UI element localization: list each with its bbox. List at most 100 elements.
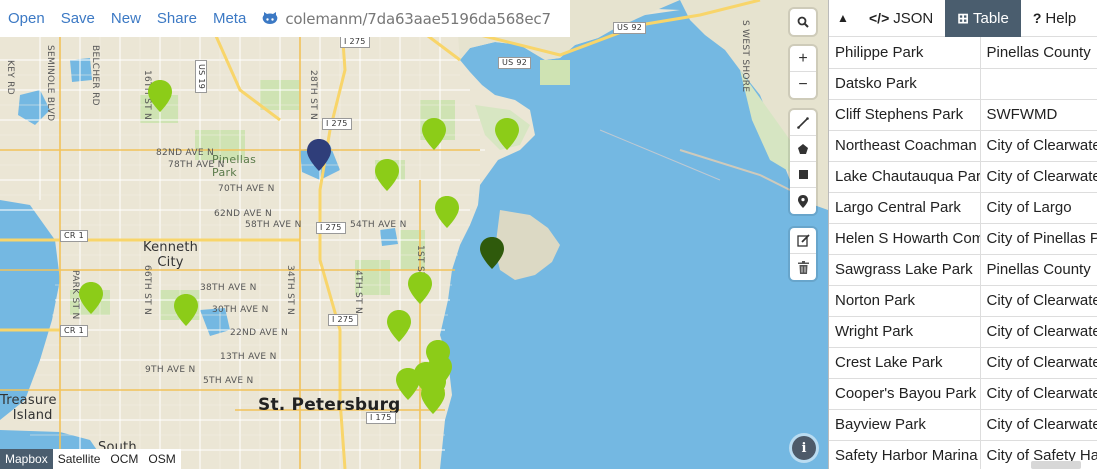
park-marker[interactable]: [174, 294, 198, 326]
park-marker[interactable]: [375, 159, 399, 191]
cell-name[interactable]: Lake Chautauqua Park: [829, 161, 981, 193]
cell-name[interactable]: Safety Harbor Marina: [829, 440, 981, 469]
tab-help[interactable]: ? Help: [1021, 0, 1088, 37]
share-menu[interactable]: Share: [149, 10, 205, 27]
gist-link[interactable]: colemanm/7da63aae5196da568ec7: [262, 10, 551, 28]
map-view[interactable]: Kenneth City St. Petersburg Treasure Isla…: [0, 0, 828, 469]
road-s-west-shore: S WEST SHORE: [740, 20, 750, 93]
edit-icon: [796, 234, 810, 247]
park-marker-dark[interactable]: [480, 237, 504, 269]
cell-owner[interactable]: City of Pinellas Park: [980, 223, 1097, 255]
road-5th-ave: 5TH AVE N: [203, 376, 254, 386]
cell-owner[interactable]: City of Clearwater: [980, 378, 1097, 410]
cell-name[interactable]: Norton Park: [829, 285, 981, 317]
cell-owner[interactable]: City of Clearwater: [980, 316, 1097, 348]
cell-owner[interactable]: City of Clearwater: [980, 409, 1097, 441]
open-menu[interactable]: Open: [0, 10, 53, 27]
cell-name[interactable]: Sawgrass Lake Park: [829, 254, 981, 286]
road-keystone: KEY RD: [5, 60, 15, 95]
cell-name[interactable]: Wright Park: [829, 316, 981, 348]
shield-i275-d: I 275: [328, 314, 358, 326]
help-icon: ?: [1032, 10, 1042, 26]
park-marker[interactable]: [396, 368, 420, 400]
road-54th-ave: 54TH AVE N: [350, 220, 407, 230]
gist-path: colemanm/7da63aae5196da568ec7: [285, 9, 551, 28]
cell-owner[interactable]: SWFWMD: [980, 99, 1097, 131]
table-row: Sawgrass Lake Park Pinellas County: [829, 254, 1097, 286]
layer-switcher: Mapbox Satellite OCM OSM: [0, 449, 181, 469]
park-marker[interactable]: [148, 80, 172, 112]
tab-table-label: Table: [973, 9, 1009, 27]
tab-json[interactable]: </> JSON: [857, 0, 945, 37]
cell-owner[interactable]: Pinellas County: [980, 254, 1097, 286]
road-30th-ave: 30TH AVE N: [212, 305, 269, 315]
shield-i275-b: I 275: [322, 118, 352, 130]
table-row: Cliff Stephens Park SWFWMD: [829, 99, 1097, 131]
polyline-icon: [797, 116, 809, 129]
park-marker[interactable]: [495, 118, 519, 150]
layer-osm[interactable]: OSM: [143, 449, 180, 469]
zoom-out-button[interactable]: −: [790, 72, 816, 98]
shield-cr1-b: CR 1: [60, 325, 88, 337]
cell-name[interactable]: Cliff Stephens Park: [829, 99, 981, 131]
cell-name[interactable]: Philippe Park: [829, 37, 981, 69]
draw-rectangle-button[interactable]: [790, 162, 816, 188]
top-menu-bar: Open Save New Share Meta colemanm/7da63a…: [0, 0, 570, 37]
cell-name[interactable]: Cooper's Bayou Park: [829, 378, 981, 410]
layer-ocm[interactable]: OCM: [105, 449, 143, 469]
layer-mapbox[interactable]: Mapbox: [0, 449, 53, 469]
collapse-icon[interactable]: ▲: [829, 11, 857, 25]
road-58th-ave: 58TH AVE N: [245, 220, 302, 230]
table-row: Helen S Howarth Community ParkCity of Pi…: [829, 223, 1097, 255]
shield-cr1-a: CR 1: [60, 230, 88, 242]
search-button[interactable]: [790, 9, 816, 35]
cell-name[interactable]: Crest Lake Park: [829, 347, 981, 379]
park-marker[interactable]: [422, 118, 446, 150]
park-marker[interactable]: [435, 196, 459, 228]
road-70th-ave: 70TH AVE N: [218, 184, 275, 194]
cell-name[interactable]: Largo Central Park: [829, 192, 981, 224]
table-row: Bayview Park City of Clearwater: [829, 409, 1097, 441]
cell-name[interactable]: Bayview Park: [829, 409, 981, 441]
road-66th-st: 66TH ST N: [142, 265, 152, 316]
pane-tabs: ▲ </> JSON ⊞ Table ? Help: [829, 0, 1097, 37]
draw-polyline-button[interactable]: [790, 110, 816, 136]
cell-name[interactable]: Helen S Howarth Community Park: [829, 223, 981, 255]
cell-owner[interactable]: City of Clearwater: [980, 285, 1097, 317]
table-row: Largo Central Park City of Largo: [829, 192, 1097, 224]
road-62nd-ave: 62ND AVE N: [214, 209, 272, 219]
github-icon: [262, 12, 278, 24]
cell-owner[interactable]: Pinellas County: [980, 37, 1097, 69]
park-marker-selected[interactable]: [307, 139, 331, 171]
road-78th-ave: 78TH AVE N: [168, 160, 225, 170]
tab-table[interactable]: ⊞ Table: [945, 0, 1021, 37]
meta-menu[interactable]: Meta: [205, 10, 254, 27]
cell-owner[interactable]: City of Largo: [980, 192, 1097, 224]
cell-owner[interactable]: [980, 68, 1097, 100]
search-icon: [797, 16, 809, 28]
cell-name[interactable]: Northeast Coachman: [829, 130, 981, 162]
cell-name[interactable]: Datsko Park: [829, 68, 981, 100]
park-marker[interactable]: [408, 272, 432, 304]
road-38th-ave: 38TH AVE N: [200, 283, 257, 293]
save-menu[interactable]: Save: [53, 10, 103, 27]
draw-polygon-button[interactable]: [790, 136, 816, 162]
edit-layers-button[interactable]: [790, 228, 816, 254]
park-marker[interactable]: [79, 282, 103, 314]
road-82nd-ave: 82ND AVE N: [156, 148, 214, 158]
horizontal-scrollbar[interactable]: [1031, 461, 1081, 469]
cell-owner[interactable]: City of Clearwater: [980, 347, 1097, 379]
park-marker[interactable]: [387, 310, 411, 342]
draw-marker-button[interactable]: [790, 188, 816, 214]
cell-owner[interactable]: City of Clearwater: [980, 130, 1097, 162]
zoom-in-button[interactable]: +: [790, 46, 816, 72]
new-menu[interactable]: New: [103, 10, 149, 27]
map-label-treasure-island: Treasure Island: [0, 393, 57, 423]
delete-layers-button[interactable]: [790, 254, 816, 280]
layer-satellite[interactable]: Satellite: [53, 449, 106, 469]
cell-owner[interactable]: City of Clearwater: [980, 161, 1097, 193]
tab-json-label: JSON: [893, 9, 934, 27]
road-4th-st: 4TH ST N: [353, 270, 363, 315]
park-marker[interactable]: [421, 382, 445, 414]
info-button[interactable]: i: [792, 436, 816, 460]
